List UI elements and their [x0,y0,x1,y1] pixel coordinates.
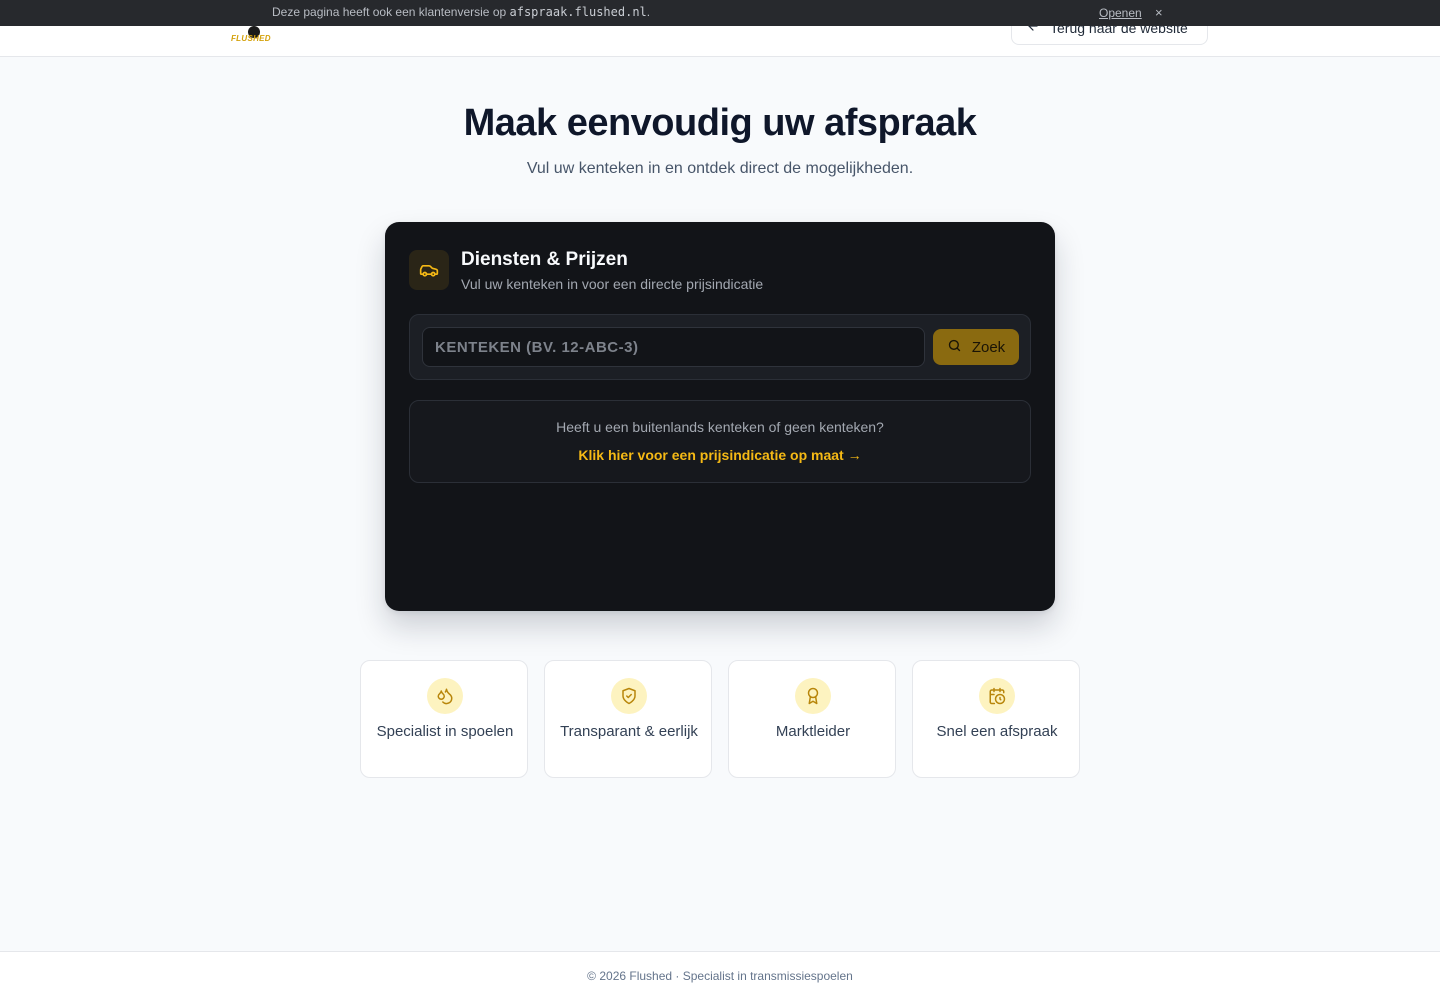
license-plate-input[interactable] [422,327,925,367]
search-icon [947,338,962,357]
search-button-label: Zoek [971,338,1006,356]
car-icon [409,250,449,290]
notice-text: Deze pagina heeft ook een klantenversie … [272,5,650,19]
shield-check-icon [611,678,647,714]
feature-label: Marktleider [775,723,851,740]
feature-specialist: Specialist in spoelen [360,660,528,778]
logo-text: FLUSHED [231,34,271,43]
notice-domain: afspraak.flushed.nl [509,5,647,19]
notice-close-icon[interactable]: × [1155,5,1163,20]
droplets-icon [427,678,463,714]
footer-copyright: © 2026 Flushed · Specialist in transmiss… [587,969,853,983]
custom-quote-link[interactable]: Klik hier voor een prijsindicatie op maa… [410,447,1030,463]
site-footer: © 2026 Flushed · Specialist in transmiss… [0,951,1440,1000]
search-button[interactable]: Zoek [933,329,1019,365]
award-icon [795,678,831,714]
card-title: Diensten & Prijzen [461,249,628,270]
foreign-plate-question: Heeft u een buitenlands kenteken of geen… [556,419,884,435]
notice-open-link[interactable]: Openen [1099,6,1142,20]
license-plate-search: Zoek [409,314,1031,380]
feature-quick-appointment: Snel een afspraak [912,660,1080,778]
feature-label: Snel een afspraak [936,723,1058,740]
feature-label: Specialist in spoelen [376,723,514,740]
notice-message: Deze pagina heeft ook een klantenversie … [272,5,510,19]
feature-market-leader: Marktleider [728,660,896,778]
services-prices-card: Diensten & Prijzen Vul uw kenteken in vo… [385,222,1055,611]
card-subtitle: Vul uw kenteken in voor een directe prij… [461,276,764,292]
feature-transparent: Transparant & eerlijk [544,660,712,778]
calendar-clock-icon [979,678,1015,714]
notice-period: . [646,5,651,19]
page-title: Maak eenvoudig uw afspraak [463,102,977,144]
foreign-plate-box: Heeft u een buitenlands kenteken of geen… [409,400,1031,483]
page-subtitle: Vul uw kenteken in en ontdek direct de m… [526,160,914,177]
feature-label: Transparant & eerlijk [560,723,698,740]
notice-bar: Deze pagina heeft ook een klantenversie … [0,0,1440,26]
